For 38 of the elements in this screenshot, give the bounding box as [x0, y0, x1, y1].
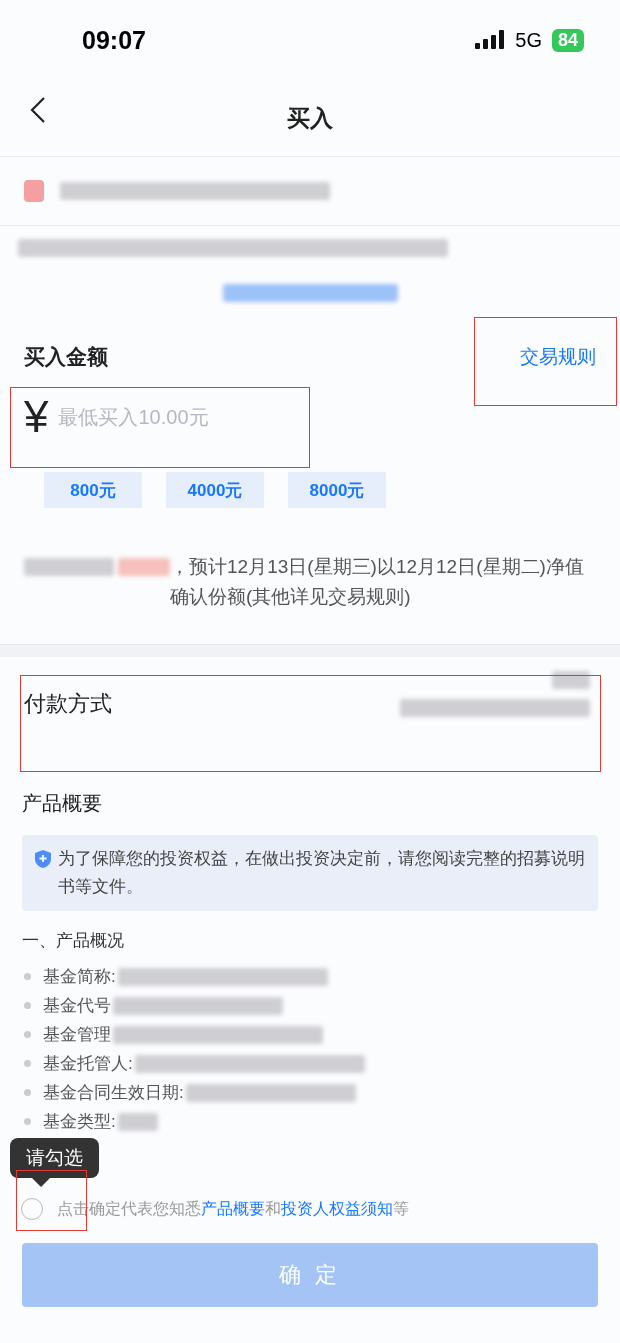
fund-logo-icon	[24, 180, 44, 202]
back-icon[interactable]	[30, 96, 46, 124]
redacted-text-drawing	[117, 1112, 158, 1131]
payment-label: 付款方式	[24, 690, 112, 718]
signal-icon	[475, 29, 506, 51]
investor-rights-link[interactable]: 投资人权益须知	[281, 1199, 393, 1217]
info-label: 基金合同生效日期:	[43, 1082, 184, 1104]
info-label: 基金简称:	[43, 966, 116, 988]
product-summary-link[interactable]: 产品概要	[201, 1199, 265, 1217]
amount-label: 买入金额	[24, 344, 108, 370]
quick-amount-button[interactable]: 8000元	[288, 472, 386, 508]
amount-input[interactable]: 最低买入10.00元	[56, 404, 361, 430]
info-label: 基金托管人:	[43, 1053, 133, 1075]
bullet-icon	[24, 1031, 31, 1038]
battery-indicator: 84	[551, 28, 584, 52]
quick-amount-button[interactable]: 800元	[44, 472, 142, 508]
shield-icon	[34, 849, 52, 869]
tooltip-arrow-icon	[32, 1178, 50, 1187]
section-title: 产品概要	[22, 791, 103, 816]
confirmation-note: ，预计12月13日(星期三)以12月12日(星期二)净值确认份额(其他详见交易规则)	[170, 555, 585, 609]
trading-rules-link[interactable]: 交易规则	[520, 344, 596, 370]
bullet-icon	[24, 1002, 31, 1009]
network-label: 5G	[515, 28, 542, 52]
tooltip: 请勾选	[10, 1138, 99, 1178]
bullet-icon	[24, 973, 31, 980]
redacted-text-drawing	[118, 558, 170, 576]
currency-symbol: ¥	[24, 392, 49, 442]
info-label: 基金管理	[43, 1024, 111, 1046]
quick-amount-button[interactable]: 4000元	[166, 472, 264, 508]
bullet-icon	[24, 1060, 31, 1067]
bullet-icon	[24, 1118, 31, 1125]
info-label: 基金类型:	[43, 1111, 116, 1133]
status-time: 09:07	[82, 25, 146, 55]
notice-text: 为了保障您的投资权益，在做出投资决定前，请您阅读完整的招募说明书等文件。	[58, 848, 586, 898]
subsection-title: 一、产品概况	[22, 930, 125, 952]
page-title: 买入	[287, 103, 333, 133]
info-label: 基金代号	[43, 995, 111, 1017]
bullet-icon	[24, 1089, 31, 1096]
